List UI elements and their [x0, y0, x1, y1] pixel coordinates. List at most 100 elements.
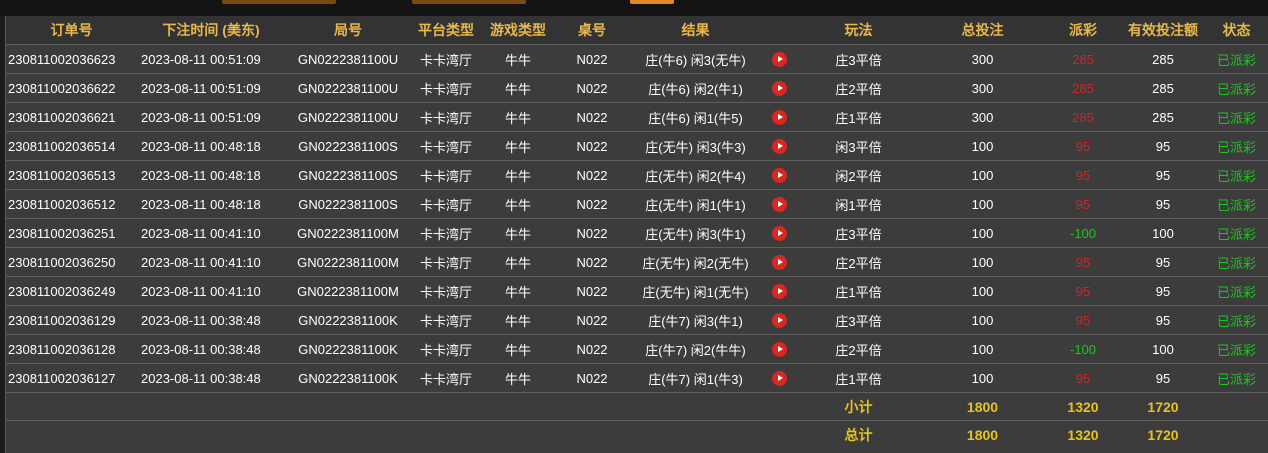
header-bet-time[interactable]: 下注时间 (美东)	[137, 16, 285, 45]
table-row[interactable]: 230811002036623 2023-08-11 00:51:09 GN0222…	[6, 44, 1268, 74]
header-total-bet[interactable]: 总投注	[921, 16, 1044, 45]
cell-status: 已派彩	[1204, 305, 1268, 335]
cell-platform: 卡卡湾厅	[411, 73, 481, 103]
cell-game-type: 牛牛	[481, 363, 555, 393]
header-result[interactable]: 结果	[629, 16, 762, 45]
table-row[interactable]: 230811002036250 2023-08-11 00:41:10 GN0222…	[6, 247, 1268, 277]
cell-status: 已派彩	[1204, 189, 1268, 219]
cell-bet-time: 2023-08-11 00:48:18	[137, 189, 285, 219]
header-game-type[interactable]: 游戏类型	[481, 16, 555, 45]
header-table-no[interactable]: 桌号	[555, 16, 629, 45]
cell-platform: 卡卡湾厅	[411, 102, 481, 132]
header-play-type[interactable]: 玩法	[796, 16, 921, 45]
cell-replay	[762, 363, 796, 393]
play-icon[interactable]	[771, 168, 787, 184]
toolbar-button-3[interactable]	[630, 0, 674, 4]
header-platform[interactable]: 平台类型	[411, 16, 481, 45]
cell-replay	[762, 102, 796, 132]
table-row[interactable]: 230811002036512 2023-08-11 00:48:18 GN0222…	[6, 189, 1268, 219]
toolbar-button-2[interactable]	[412, 0, 526, 4]
table-row[interactable]: 230811002036622 2023-08-11 00:51:09 GN0222…	[6, 73, 1268, 103]
cell-replay	[762, 247, 796, 277]
cell-table-no: N022	[555, 247, 629, 277]
cell-table-no: N022	[555, 160, 629, 190]
cell-valid-bet: 100	[1122, 218, 1204, 248]
cell-total-bet: 100	[921, 160, 1044, 190]
play-icon[interactable]	[771, 139, 787, 155]
play-icon[interactable]	[771, 284, 787, 300]
table-row[interactable]: 230811002036621 2023-08-11 00:51:09 GN0222…	[6, 102, 1268, 132]
cell-valid-bet: 95	[1122, 131, 1204, 161]
play-icon[interactable]	[771, 52, 787, 68]
cell-result: 庄(牛7) 闲1(牛3)	[629, 363, 762, 393]
cell-play-type: 闲2平倍	[796, 160, 921, 190]
play-icon[interactable]	[771, 342, 787, 358]
cell-status: 已派彩	[1204, 131, 1268, 161]
cell-platform: 卡卡湾厅	[411, 334, 481, 364]
cell-total-bet: 100	[921, 305, 1044, 335]
table-row[interactable]: 230811002036514 2023-08-11 00:48:18 GN0222…	[6, 131, 1268, 161]
cell-replay	[762, 305, 796, 335]
play-icon[interactable]	[771, 226, 787, 242]
play-icon[interactable]	[771, 255, 787, 271]
cell-result: 庄(无牛) 闲1(无牛)	[629, 276, 762, 306]
cell-order-no: 230811002036623	[6, 44, 137, 74]
cell-game-type: 牛牛	[481, 276, 555, 306]
subtotal-valid: 1720	[1122, 392, 1204, 421]
cell-status: 已派彩	[1204, 276, 1268, 306]
play-icon[interactable]	[771, 313, 787, 329]
total-valid: 1720	[1122, 420, 1204, 448]
cell-play-type: 庄1平倍	[796, 363, 921, 393]
cell-play-type: 庄2平倍	[796, 247, 921, 277]
cell-bet-time: 2023-08-11 00:41:10	[137, 247, 285, 277]
cell-round-no: GN0222381100K	[285, 363, 411, 393]
table-row[interactable]: 230811002036251 2023-08-11 00:41:10 GN0222…	[6, 218, 1268, 248]
cell-play-type: 闲3平倍	[796, 131, 921, 161]
cell-total-bet: 100	[921, 218, 1044, 248]
cell-bet-time: 2023-08-11 00:41:10	[137, 218, 285, 248]
cell-game-type: 牛牛	[481, 160, 555, 190]
header-payout[interactable]: 派彩	[1044, 16, 1122, 45]
cell-result: 庄(无牛) 闲3(牛3)	[629, 131, 762, 161]
cell-total-bet: 300	[921, 73, 1044, 103]
cell-round-no: GN0222381100U	[285, 73, 411, 103]
cell-table-no: N022	[555, 218, 629, 248]
cell-payout: 285	[1044, 73, 1122, 103]
table-row[interactable]: 230811002036129 2023-08-11 00:38:48 GN0222…	[6, 305, 1268, 335]
cell-round-no: GN0222381100S	[285, 189, 411, 219]
cell-order-no: 230811002036513	[6, 160, 137, 190]
cell-platform: 卡卡湾厅	[411, 276, 481, 306]
cell-total-bet: 100	[921, 334, 1044, 364]
cell-status: 已派彩	[1204, 363, 1268, 393]
header-order-no[interactable]: 订单号	[6, 16, 137, 45]
toolbar-button-1[interactable]	[222, 0, 336, 4]
cell-payout: -100	[1044, 334, 1122, 364]
table-row[interactable]: 230811002036127 2023-08-11 00:38:48 GN0222…	[6, 363, 1268, 393]
cell-round-no: GN0222381100K	[285, 334, 411, 364]
bet-records-panel: 订单号 下注时间 (美东) 局号 平台类型 游戏类型 桌号 结果 玩法 总投注 …	[5, 16, 1268, 453]
cell-table-no: N022	[555, 305, 629, 335]
top-toolbar	[0, 0, 1268, 16]
cell-game-type: 牛牛	[481, 305, 555, 335]
table-row[interactable]: 230811002036128 2023-08-11 00:38:48 GN0222…	[6, 334, 1268, 364]
header-status[interactable]: 状态	[1204, 16, 1268, 45]
cell-total-bet: 100	[921, 363, 1044, 393]
play-icon[interactable]	[771, 81, 787, 97]
cell-platform: 卡卡湾厅	[411, 44, 481, 74]
cell-total-bet: 100	[921, 247, 1044, 277]
total-spacer	[6, 420, 796, 448]
table-row[interactable]: 230811002036249 2023-08-11 00:41:10 GN0222…	[6, 276, 1268, 306]
play-icon[interactable]	[771, 371, 787, 387]
cell-play-type: 庄2平倍	[796, 73, 921, 103]
cell-platform: 卡卡湾厅	[411, 218, 481, 248]
cell-valid-bet: 285	[1122, 102, 1204, 132]
cell-valid-bet: 95	[1122, 189, 1204, 219]
table-row[interactable]: 230811002036513 2023-08-11 00:48:18 GN0222…	[6, 160, 1268, 190]
play-icon[interactable]	[771, 110, 787, 126]
header-round-no[interactable]: 局号	[285, 16, 411, 45]
cell-payout: 95	[1044, 363, 1122, 393]
header-valid-bet[interactable]: 有效投注额	[1122, 16, 1204, 45]
cell-order-no: 230811002036621	[6, 102, 137, 132]
cell-game-type: 牛牛	[481, 131, 555, 161]
play-icon[interactable]	[771, 197, 787, 213]
